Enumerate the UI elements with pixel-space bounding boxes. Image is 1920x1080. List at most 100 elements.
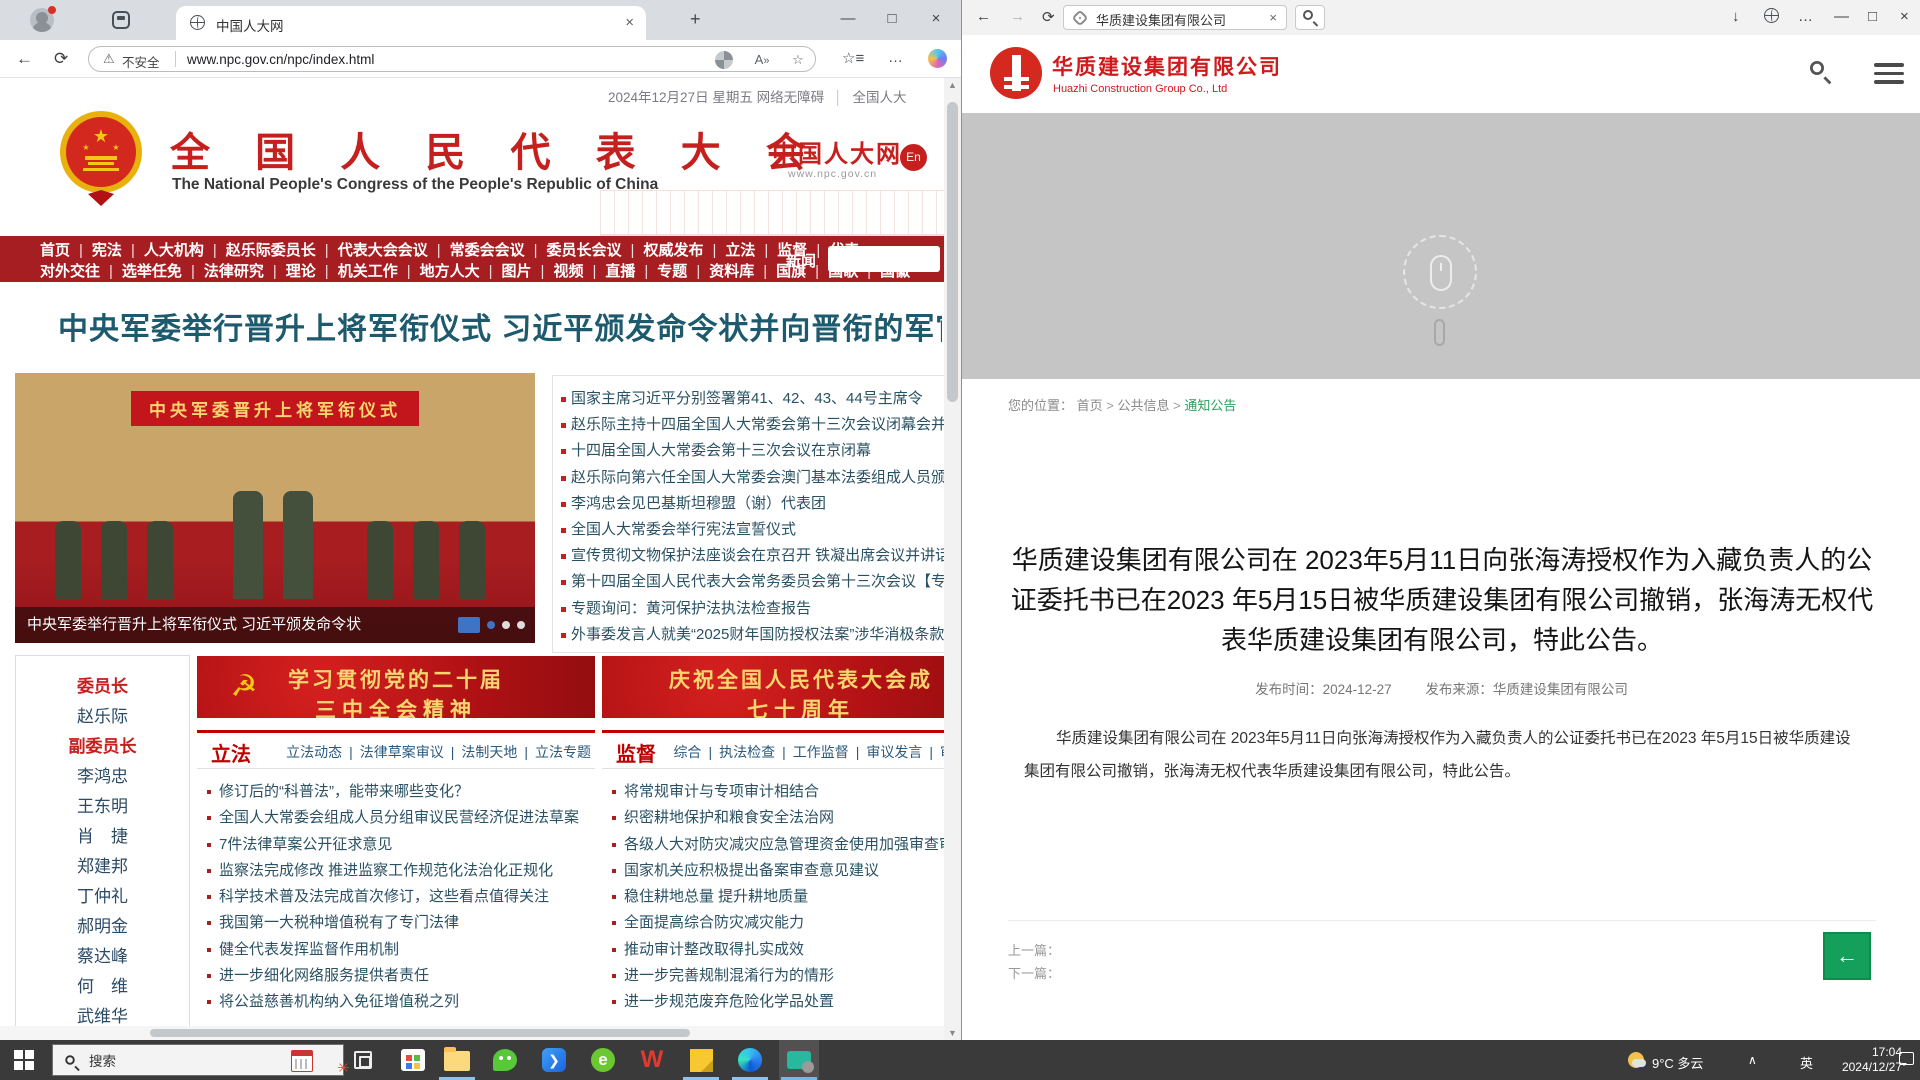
horizontal-scrollbar[interactable] (0, 1026, 944, 1040)
scroll-up-arrow[interactable]: ▲ (944, 80, 961, 90)
news-link[interactable]: 外事委发言人就美“2025财年国防授权法案”涉华消极条款发 (571, 626, 944, 643)
site-logo-text[interactable]: 中国人大网 (772, 134, 902, 169)
go-search-button[interactable] (1295, 5, 1325, 30)
section-list-item[interactable]: 监察法完成修改 推进监察工作规范化法治化正规化 (197, 858, 595, 884)
article-link[interactable]: 国家机关应积极提出备案审查意见建议 (624, 862, 879, 879)
utility-link[interactable]: 网络无障碍 (757, 90, 825, 105)
sidebar-item[interactable]: 肖 捷 (16, 822, 189, 852)
address-bar[interactable]: 华质建设集团有限公司 × (1063, 5, 1287, 30)
globe-icon[interactable] (1764, 8, 1779, 27)
article-link[interactable]: 推动审计整改取得扎实成效 (624, 941, 804, 958)
url-query[interactable]: 华质建设集团有限公司 (1096, 10, 1226, 29)
section-list-item[interactable]: 科学技术普及法完成首次修订，这些看点值得关注 (197, 884, 595, 910)
slide-dots[interactable] (458, 617, 525, 633)
section-list-item[interactable]: 将常规审计与专项审计相结合 (602, 779, 944, 805)
new-tab-button[interactable]: + (690, 9, 701, 30)
refresh-button[interactable]: ⟳ (54, 49, 68, 69)
section-tab[interactable]: 综合 (673, 744, 701, 760)
news-link[interactable]: 赵乐际主持十四届全国人大常委会第十三次会议闭幕会并作 (571, 416, 944, 433)
section-list-item[interactable]: 进一步细化网络服务提供者责任 (197, 963, 595, 989)
nav-item[interactable]: 资料库 (687, 263, 754, 280)
app-edge-icon[interactable] (737, 1047, 763, 1073)
news-list-item[interactable]: 赵乐际主持十四届全国人大常委会第十三次会议闭幕会并作 (553, 412, 944, 438)
article-link[interactable]: 修订后的“科普法”，能带来哪些变化？ (219, 783, 469, 800)
nav-item[interactable]: 人大机构 (122, 242, 204, 259)
news-link[interactable]: 李鸿忠会见巴基斯坦穆盟（谢）代表团 (571, 495, 826, 512)
section-tab[interactable]: 执法检查 (701, 744, 775, 760)
section-tab[interactable]: 工作监督 (775, 744, 849, 760)
copilot-icon[interactable] (928, 49, 947, 68)
news-list-item[interactable]: 十四届全国人大常委会第十三次会议在京闭幕 (553, 438, 944, 464)
sidebar-item[interactable]: 副委员长 (16, 732, 189, 762)
news-list-item[interactable]: 国家主席习近平分别签署第41、42、43、44号主席令 (553, 386, 944, 412)
task-view-icon[interactable] (354, 1051, 372, 1069)
section-list-item[interactable]: 健全代表发挥监督作用机制 (197, 937, 595, 963)
article-link[interactable]: 进一步规范废弃危险化学品处置 (624, 993, 834, 1010)
photo-slideshow[interactable]: 中央军委晋升上将军衔仪式 中央军委举行晋升上将军衔仪式 习近平颁发命令状 (15, 373, 535, 643)
nav-item[interactable]: 机关工作 (316, 263, 398, 280)
article-link[interactable]: 将公益慈善机构纳入免征增值税之列 (219, 993, 459, 1010)
news-link[interactable]: 十四届全国人大常委会第十三次会议在京闭幕 (571, 442, 871, 459)
sidebar-item[interactable]: 王东明 (16, 792, 189, 822)
section-list-item[interactable]: 全国人大常委会组成人员分组审议民营经济促进法草案 (197, 805, 595, 831)
article-link[interactable]: 稳住耕地总量 提升耕地质量 (624, 888, 808, 905)
url-text[interactable]: www.npc.gov.cn/npc/index.html (187, 52, 374, 67)
nav-item[interactable]: 首页 (40, 242, 70, 259)
section-tab[interactable]: 立法动态 (286, 744, 342, 760)
section-list-item[interactable]: 我国第一大税种增值税有了专门法律 (197, 910, 595, 936)
tab-close-icon[interactable]: × (625, 14, 634, 31)
more-options-icon[interactable]: … (888, 49, 903, 66)
read-aloud-icon[interactable]: A» (753, 51, 771, 69)
vertical-scrollbar[interactable]: ▲ ▼ (944, 78, 961, 1040)
nav-item[interactable]: 权威发布 (622, 242, 704, 259)
section-title[interactable]: 监督 (616, 738, 656, 767)
article-link[interactable]: 7件法律草案公开征求意见 (219, 836, 392, 853)
app-file-explorer-icon[interactable] (444, 1047, 470, 1073)
language-indicator[interactable]: 英 (1800, 1053, 1813, 1072)
maximize-button[interactable]: □ (872, 0, 912, 38)
back-button[interactable]: ← (976, 8, 991, 25)
company-name[interactable]: 华质建设集团有限公司 (1052, 51, 1282, 81)
news-list-item[interactable]: 外事委发言人就美“2025财年国防授权法案”涉华消极条款发 (553, 622, 944, 648)
nav-item[interactable]: 法律研究 (182, 263, 264, 280)
workspaces-icon[interactable] (112, 11, 130, 29)
breadcrumb-item[interactable]: 通知公告 (1170, 398, 1237, 413)
notification-center-icon[interactable] (1899, 1052, 1914, 1065)
section-list-item[interactable]: 修订后的“科普法”，能带来哪些变化？ (197, 779, 595, 805)
news-list-item[interactable]: 宣传贯彻文物保护法座谈会在京召开 铁凝出席会议并讲话 (553, 543, 944, 569)
more-options-icon[interactable]: … (1798, 8, 1813, 25)
section-tab[interactable]: 法制天地 (444, 744, 518, 760)
utility-link[interactable]: 全国人大 (824, 90, 906, 105)
section-tab[interactable]: 立法专题 (517, 744, 591, 760)
next-article-link[interactable]: 下一篇： (1008, 963, 1060, 982)
menu-icon[interactable] (1874, 63, 1904, 85)
article-link[interactable]: 进一步完善规制混淆行为的情形 (624, 967, 834, 984)
news-list-item[interactable]: 专题询问：黄河保护法执法检查报告 (553, 596, 944, 622)
section-list-item[interactable]: 推动审计整改取得扎实成效 (602, 937, 944, 963)
article-link[interactable]: 织密耕地保护和粮食安全法治网 (624, 809, 834, 826)
sidebar-item[interactable]: 蔡达峰 (16, 942, 189, 972)
article-link[interactable]: 科学技术普及法完成首次修订，这些看点值得关注 (219, 888, 549, 905)
app-wechat-icon[interactable] (492, 1047, 518, 1073)
article-link[interactable]: 全国人大常委会组成人员分组审议民营经济促进法草案 (219, 809, 579, 826)
app-green-e-icon[interactable]: e (590, 1047, 616, 1073)
slide-dot-active[interactable] (487, 621, 495, 629)
news-list-item[interactable]: 李鸿忠会见巴基斯坦穆盟（谢）代表团 (553, 491, 944, 517)
forward-button[interactable]: → (1010, 8, 1025, 25)
address-bar[interactable]: ⚠ 不安全 www.npc.gov.cn/npc/index.html A» ☆ (88, 46, 816, 72)
section-title[interactable]: 立法 (211, 738, 251, 767)
news-list-item[interactable]: 全国人大常委会举行宪法宣誓仪式 (553, 517, 944, 543)
sidebar-item[interactable]: 郑建邦 (16, 852, 189, 882)
section-list-item[interactable]: 7件法律草案公开征求意见 (197, 832, 595, 858)
browser-tab[interactable]: 中国人大网 × (176, 6, 646, 40)
article-link[interactable]: 将常规审计与专项审计相结合 (624, 783, 819, 800)
article-link[interactable]: 监察法完成修改 推进监察工作规范化法治化正规化 (219, 862, 553, 879)
article-link[interactable]: 健全代表发挥监督作用机制 (219, 941, 399, 958)
news-link[interactable]: 专题询问：黄河保护法执法检查报告 (571, 600, 811, 617)
sidebar-item[interactable]: 郝明金 (16, 912, 189, 942)
site-search-input[interactable] (828, 246, 940, 272)
taskbar-search[interactable]: 搜索 ✳ ✳ (52, 1044, 344, 1076)
company-logo-icon[interactable] (990, 47, 1042, 99)
article-link[interactable]: 我国第一大税种增值税有了专门法律 (219, 914, 459, 931)
nav-item[interactable]: 常委会会议 (428, 242, 525, 259)
